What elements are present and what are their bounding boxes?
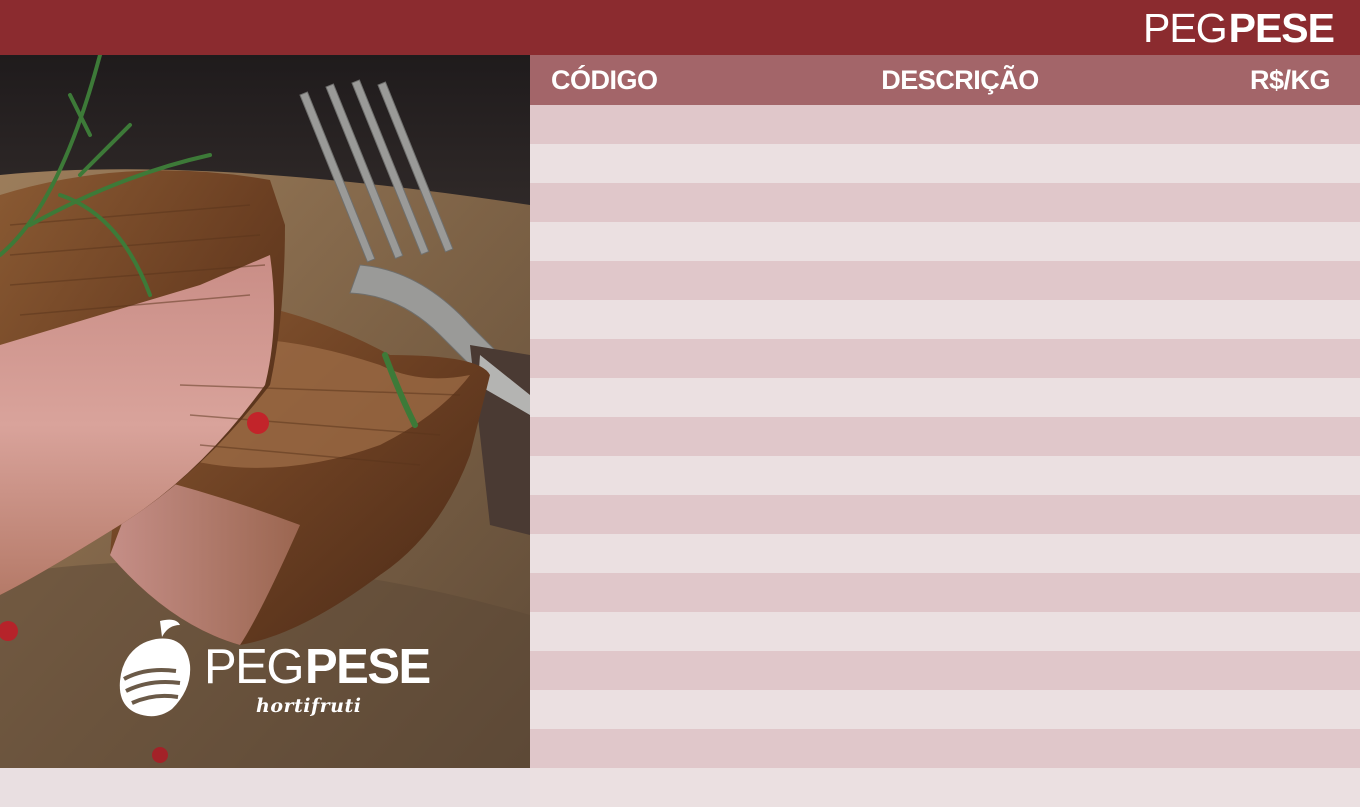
table-row [530, 690, 1360, 729]
brand-logo-top: PEG PESE [1143, 4, 1335, 51]
hands-with-fruit-icon [119, 619, 191, 717]
brand-logo-hero: PEGPESE hortifruti [116, 615, 431, 735]
column-header-descricao: DESCRIÇÃO [881, 65, 1039, 95]
price-table: CÓDIGO DESCRIÇÃO R$/KG [530, 55, 1360, 807]
table-row [530, 612, 1360, 651]
table-row [530, 573, 1360, 612]
table-row [530, 768, 1360, 807]
table-body [530, 105, 1360, 807]
brand-part2: PESE [1228, 4, 1335, 51]
table-row [530, 456, 1360, 495]
table-row [530, 300, 1360, 339]
table-row [530, 534, 1360, 573]
hero-photo: PEGPESE hortifruti [0, 55, 530, 768]
table-row [530, 144, 1360, 183]
column-header-preco: R$/KG [1249, 65, 1331, 95]
table-row [530, 417, 1360, 456]
hero-brand-part1: PEG [204, 640, 304, 694]
table-row [530, 105, 1360, 144]
hero-brand-name: PEGPESE [204, 640, 431, 694]
table-row [530, 729, 1360, 768]
table-row [530, 495, 1360, 534]
table-header: CÓDIGO DESCRIÇÃO R$/KG [530, 55, 1360, 105]
table-row [530, 261, 1360, 300]
top-bar: PEG PESE [0, 0, 1360, 55]
table-row [530, 378, 1360, 417]
table-row [530, 651, 1360, 690]
hero-brand-part2: PESE [304, 640, 431, 694]
hero-tagline: hortifruti [256, 695, 362, 717]
table-row [530, 183, 1360, 222]
table-row [530, 339, 1360, 378]
table-row [530, 222, 1360, 261]
brand-part1: PEG [1143, 4, 1228, 51]
